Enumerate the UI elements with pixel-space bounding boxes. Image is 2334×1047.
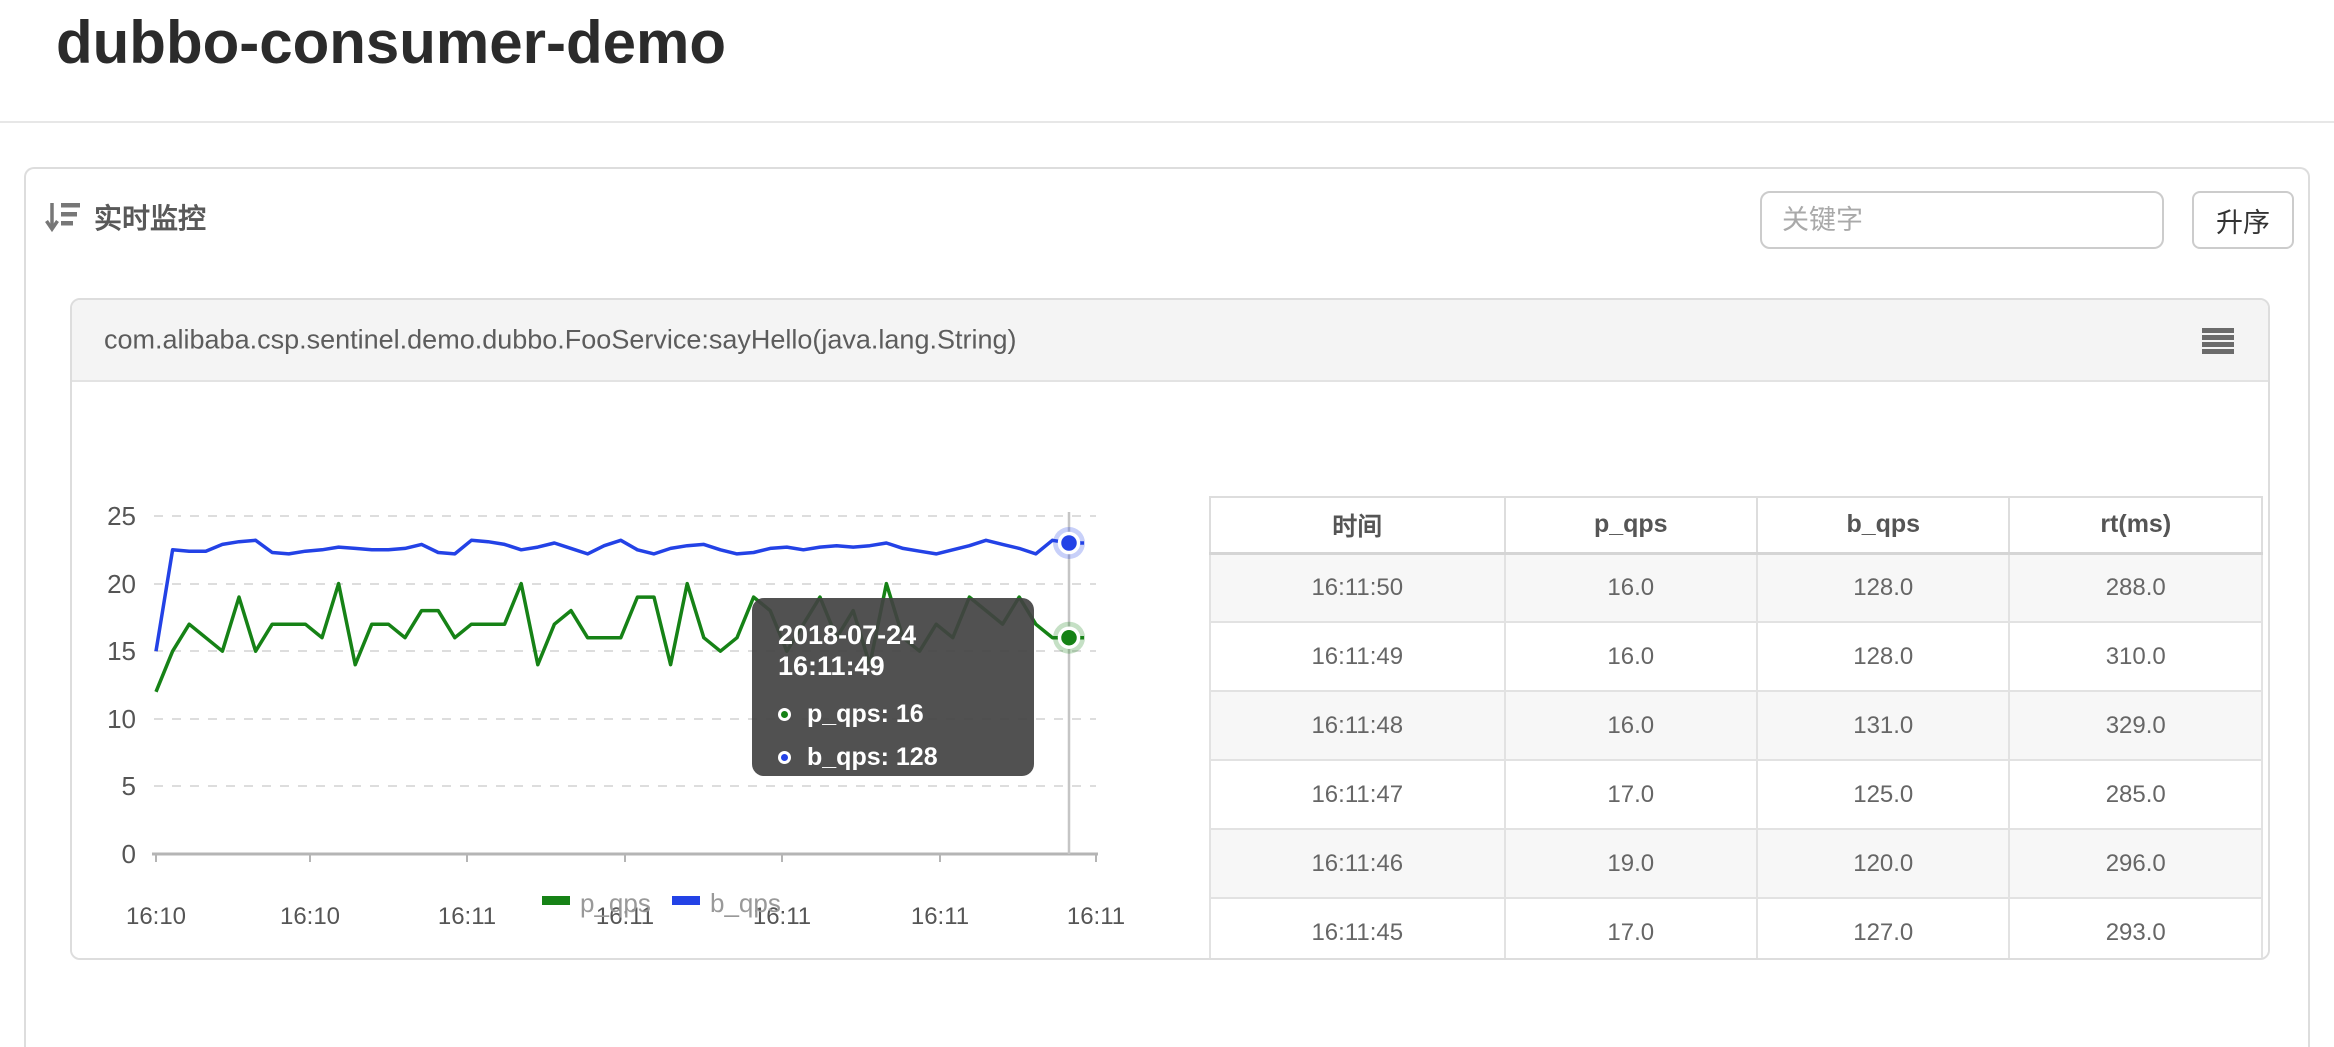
table-cell: 310.0 <box>2009 622 2262 691</box>
b-qps-bullet-icon <box>778 751 791 764</box>
sort-order-button[interactable]: 升序 <box>2192 191 2294 249</box>
tooltip-row-p-qps: p_qps: 16 <box>778 700 1008 729</box>
table-cell: 128.0 <box>1757 553 2009 622</box>
realtime-monitor-panel: 实时监控 升序 com.alibaba.csp.sentinel.demo.du… <box>24 167 2310 1047</box>
resource-name: com.alibaba.csp.sentinel.demo.dubbo.FooS… <box>104 325 1017 356</box>
table-cell: 285.0 <box>2009 760 2262 829</box>
y-tick-label: 25 <box>107 501 136 531</box>
table-cell: 16:11:48 <box>1210 691 1505 760</box>
y-tick-label: 15 <box>107 636 136 666</box>
metrics-table: 时间 p_qps b_qps rt(ms) 16:11:5016.0128.02… <box>1209 496 2263 960</box>
x-tick-label: 16:11 <box>911 903 969 930</box>
p-qps-bullet-icon <box>778 708 791 721</box>
table-cell: 125.0 <box>1757 760 2009 829</box>
tooltip-timestamp: 2018-07-24 16:11:49 <box>778 620 1008 682</box>
table-cell: 16.0 <box>1505 691 1757 760</box>
legend-label-p-qps: p_qps <box>580 888 651 918</box>
table-row: 16:11:4816.0131.0329.0 <box>1210 691 2262 760</box>
p-qps-highlight-dot <box>1053 622 1085 654</box>
y-tick-label: 20 <box>107 569 136 599</box>
table-cell: 16.0 <box>1505 622 1757 691</box>
column-header-rt: rt(ms) <box>2009 497 2262 553</box>
legend-label-b-qps: b_qps <box>710 888 781 918</box>
legend-swatch-b-qps <box>672 896 700 905</box>
table-cell: 19.0 <box>1505 829 1757 898</box>
y-tick-label: 0 <box>122 839 136 869</box>
resource-card-body: 25 20 15 10 5 0 16:10 16:10 16:11 16:11 … <box>72 382 2268 960</box>
tooltip-b-qps-value: b_qps: 128 <box>807 743 938 772</box>
table-row: 16:11:4517.0127.0293.0 <box>1210 898 2262 960</box>
table-cell: 16:11:50 <box>1210 553 1505 622</box>
table-cell: 16.0 <box>1505 553 1757 622</box>
table-cell: 16:11:46 <box>1210 829 1505 898</box>
panel-title: 实时监控 <box>94 197 206 237</box>
tooltip-row-b-qps: b_qps: 128 <box>778 743 1008 772</box>
table-cell: 288.0 <box>2009 553 2262 622</box>
resource-card: com.alibaba.csp.sentinel.demo.dubbo.FooS… <box>70 298 2270 960</box>
table-cell: 296.0 <box>2009 829 2262 898</box>
column-header-b-qps: b_qps <box>1757 497 2009 553</box>
panel-header: 实时监控 升序 <box>26 169 2308 269</box>
x-tick-label: 16:10 <box>126 903 186 930</box>
legend-swatch-p-qps <box>542 896 570 905</box>
table-cell: 120.0 <box>1757 829 2009 898</box>
page-title: dubbo-consumer-demo <box>56 8 726 77</box>
table-cell: 293.0 <box>2009 898 2262 960</box>
column-header-p-qps: p_qps <box>1505 497 1757 553</box>
table-cell: 17.0 <box>1505 760 1757 829</box>
x-tick-label: 16:10 <box>280 903 340 930</box>
x-tick-label: 16:11 <box>438 903 496 930</box>
table-cell: 17.0 <box>1505 898 1757 960</box>
table-cell: 16:11:49 <box>1210 622 1505 691</box>
table-row: 16:11:4916.0128.0310.0 <box>1210 622 2262 691</box>
table-cell: 16:11:47 <box>1210 760 1505 829</box>
table-cell: 16:11:45 <box>1210 898 1505 960</box>
y-tick-label: 10 <box>107 704 136 734</box>
search-input[interactable] <box>1760 191 2164 249</box>
table-row: 16:11:4619.0120.0296.0 <box>1210 829 2262 898</box>
b-qps-highlight-dot <box>1053 527 1085 559</box>
header-divider <box>0 121 2334 123</box>
sort-amount-icon <box>44 199 80 235</box>
tooltip-p-qps-value: p_qps: 16 <box>807 700 924 729</box>
table-cell: 131.0 <box>1757 691 2009 760</box>
table-cell: 127.0 <box>1757 898 2009 960</box>
table-row: 16:11:5016.0128.0288.0 <box>1210 553 2262 622</box>
table-cell: 329.0 <box>2009 691 2262 760</box>
x-tick-label: 16:11 <box>1067 903 1125 930</box>
chart-tooltip: 2018-07-24 16:11:49 p_qps: 16 b_qps: 128 <box>752 598 1034 776</box>
menu-icon[interactable] <box>2202 328 2234 354</box>
table-cell: 128.0 <box>1757 622 2009 691</box>
resource-card-header: com.alibaba.csp.sentinel.demo.dubbo.FooS… <box>72 300 2268 382</box>
table-header-row: 时间 p_qps b_qps rt(ms) <box>1210 497 2262 553</box>
column-header-time: 时间 <box>1210 497 1505 553</box>
table-row: 16:11:4717.0125.0285.0 <box>1210 760 2262 829</box>
y-tick-label: 5 <box>122 771 136 801</box>
